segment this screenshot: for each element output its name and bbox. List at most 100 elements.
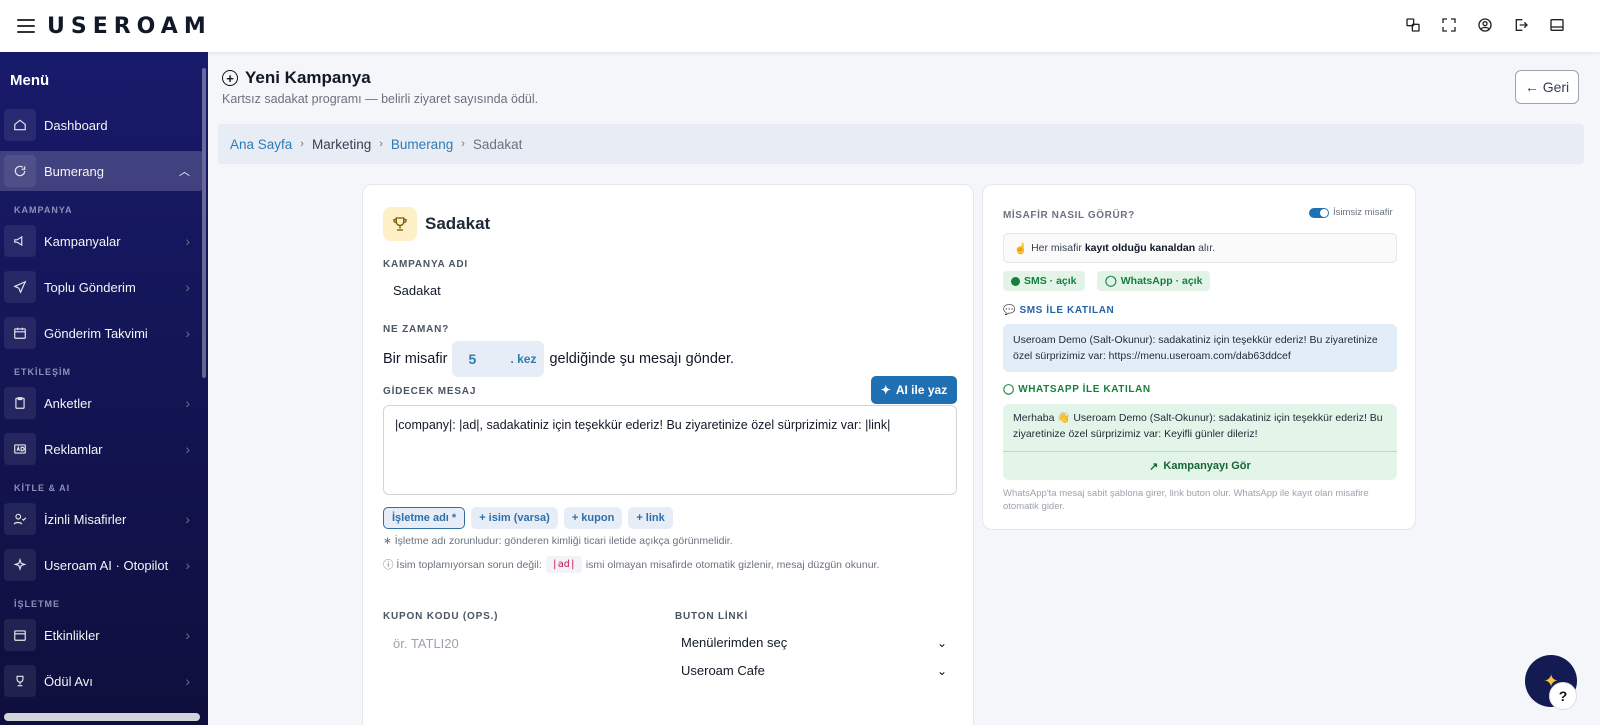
sms-status-pill: SMS · açık <box>1003 271 1085 291</box>
whatsapp-status-pill: ◯ WhatsApp · açık <box>1097 271 1211 291</box>
page-title: + Yeni Kampanya <box>222 68 538 88</box>
campaign-name-label: KAMPANYA ADI <box>383 259 468 270</box>
sparkles-icon <box>4 549 36 581</box>
chip-business-name[interactable]: İşletme adı * <box>383 507 466 529</box>
chevron-right-icon: › <box>185 325 190 341</box>
preview-footer-note: WhatsApp'ta mesaj sabit şablona girer, l… <box>1003 488 1369 512</box>
back-button[interactable]: ← Geri <box>1515 70 1579 104</box>
chevron-right-icon: › <box>185 511 190 527</box>
toggle-switch[interactable] <box>1309 207 1329 218</box>
help-button[interactable]: ? <box>1549 682 1577 710</box>
sidebar-scrollbar[interactable] <box>202 68 206 378</box>
name-variable-code: |ad| <box>545 556 582 573</box>
chip-link[interactable]: + link <box>628 507 673 529</box>
home-icon <box>4 109 36 141</box>
sidebar-item-useroam-ai[interactable]: Useroam AI · Otopilot › <box>4 545 202 585</box>
sidebar-section-isletme: İŞLETME <box>14 599 61 609</box>
variable-chips: İşletme adı * + isim (varsa) + kupon + l… <box>383 507 673 529</box>
trophy-icon <box>383 207 417 241</box>
sidebar-item-anketler[interactable]: Anketler › <box>4 383 202 423</box>
breadcrumb-separator: › <box>300 138 304 150</box>
whatsapp-preview-text: Merhaba 👋 Useroam Demo (Salt-Okunur): sa… <box>1013 412 1383 440</box>
sidebar-section-kampanya: KAMPANYA <box>14 205 73 215</box>
sidebar-item-odul-avi[interactable]: Ödül Avı › <box>4 661 202 701</box>
when-label: NE ZAMAN? <box>383 324 450 335</box>
button-link-label: BUTON LİNKİ <box>675 611 749 622</box>
main-content: + Yeni Kampanya Kartsız sadakat programı… <box>208 52 1600 725</box>
form-title: Sadakat <box>425 214 491 233</box>
megaphone-icon <box>4 225 36 257</box>
chip-coupon[interactable]: + kupon <box>563 507 623 529</box>
sidebar-item-izinli-misafirler[interactable]: İzinli Misafirler › <box>4 499 202 539</box>
whatsapp-icon: ◯ <box>1105 275 1117 287</box>
sidebar: Menü Dashboard Bumerang ︿ KAMPANYA Kampa… <box>0 52 208 725</box>
chevron-right-icon: › <box>185 627 190 643</box>
breadcrumb-home[interactable]: Ana Sayfa <box>230 137 292 152</box>
breadcrumb-separator: › <box>461 138 465 150</box>
breadcrumb-current: Sadakat <box>472 136 523 152</box>
user-check-icon <box>4 503 36 535</box>
coupon-input[interactable]: ör. TATLI20 <box>393 636 459 651</box>
pointer-icon: ☝ <box>1014 242 1028 255</box>
sidebar-horizontal-scrollbar[interactable] <box>4 713 200 721</box>
translate-icon[interactable] <box>1402 14 1424 36</box>
sidebar-title: Menü <box>10 72 50 89</box>
message-textarea[interactable]: |company|: |ad|, sadakatiniz için teşekk… <box>383 405 957 495</box>
preview-title: MİSAFİR NASIL GÖRÜR? <box>1003 210 1135 221</box>
calendar-icon <box>4 317 36 349</box>
plus-circle-icon: + <box>222 70 238 86</box>
sidebar-item-toplu-gonderim[interactable]: Toplu Gönderim › <box>4 267 202 307</box>
sms-section-label: 💬 SMS İLE KATILAN <box>1003 305 1115 316</box>
ad-icon <box>4 433 36 465</box>
check-circle-icon <box>1011 276 1020 286</box>
breadcrumb-marketing: Marketing <box>311 136 372 152</box>
business-name-note: ∗ İşletme adı zorunludur: gönderen kimli… <box>383 535 733 547</box>
view-campaign-button[interactable]: ↗ Kampanyayı Gör <box>1003 451 1397 480</box>
fullscreen-icon[interactable] <box>1438 14 1460 36</box>
external-link-icon: ↗ <box>1149 460 1159 473</box>
calendar-event-icon <box>4 619 36 651</box>
anonymous-guest-toggle[interactable]: İsimsiz misafir <box>1309 207 1393 218</box>
ai-write-button[interactable]: ✦ AI ile yaz <box>871 376 957 404</box>
sms-preview-bubble: Useroam Demo (Salt-Okunur): sadakatiniz … <box>1003 324 1397 372</box>
chevron-right-icon: › <box>185 233 190 249</box>
chevron-down-icon: ⌄ <box>936 635 947 650</box>
sidebar-item-reklamlar[interactable]: Reklamlar › <box>4 429 202 469</box>
whatsapp-section-label: ◯ WHATSAPP İLE KATILAN <box>1003 384 1151 395</box>
sidebar-item-bumerang[interactable]: Bumerang ︿ <box>0 151 202 191</box>
chevron-down-icon: ⌄ <box>936 663 947 678</box>
channel-info-box: ☝ Her misafir kayıt olduğu kanaldan alır… <box>1003 233 1397 263</box>
sidebar-item-etkinlikler[interactable]: Etkinlikler › <box>4 615 202 655</box>
sidebar-item-dashboard[interactable]: Dashboard <box>4 105 202 145</box>
sidebar-item-kampanyalar[interactable]: Kampanyalar › <box>4 221 202 261</box>
chip-name[interactable]: + isim (varsa) <box>471 507 558 529</box>
chevron-right-icon: › <box>185 557 190 573</box>
clipboard-icon <box>4 387 36 419</box>
sidebar-section-etkilesim: ETKİLEŞİM <box>14 367 72 377</box>
sidebar-item-gonderim-takvimi[interactable]: Gönderim Takvimi › <box>4 313 202 353</box>
menu-select[interactable]: Useroam Cafe ⌄ <box>675 663 947 678</box>
coupon-label: KUPON KODU (OPS.) <box>383 611 499 622</box>
panel-toggle-icon[interactable] <box>1546 14 1568 36</box>
hamburger-menu-icon[interactable] <box>17 19 35 33</box>
whatsapp-preview-bubble: Merhaba 👋 Useroam Demo (Salt-Okunur): sa… <box>1003 404 1397 480</box>
guest-preview-card: MİSAFİR NASIL GÖRÜR? İsimsiz misafir ☝ H… <box>982 184 1416 530</box>
visit-count-input[interactable]: 5 . kez <box>452 341 545 377</box>
refresh-icon <box>4 155 36 187</box>
trophy-icon <box>4 665 36 697</box>
sparkles-icon: ✦ <box>880 383 891 397</box>
user-profile-icon[interactable] <box>1474 14 1496 36</box>
campaign-form-card: Sadakat KAMPANYA ADI Sadakat NE ZAMAN? B… <box>362 184 974 725</box>
breadcrumb-bumerang[interactable]: Bumerang <box>391 137 453 152</box>
sidebar-section-kitle-ai: KİTLE & AI <box>14 483 71 493</box>
campaign-name-input[interactable]: Sadakat <box>393 283 441 298</box>
logout-icon[interactable] <box>1510 14 1532 36</box>
breadcrumb: Ana Sayfa › Marketing › Bumerang › Sadak… <box>218 124 1584 164</box>
button-link-select[interactable]: Menülerimden seç ⌄ <box>675 635 947 650</box>
app-logo[interactable]: USEROAM <box>47 14 212 39</box>
whatsapp-icon: ◯ <box>1003 384 1015 395</box>
name-hint-note: ⓘ İsim toplamıyorsan sorun değil: |ad| i… <box>383 556 879 573</box>
chevron-up-icon: ︿ <box>179 166 190 178</box>
breadcrumb-separator: › <box>379 138 383 150</box>
message-label: GİDECEK MESAJ <box>383 386 477 397</box>
